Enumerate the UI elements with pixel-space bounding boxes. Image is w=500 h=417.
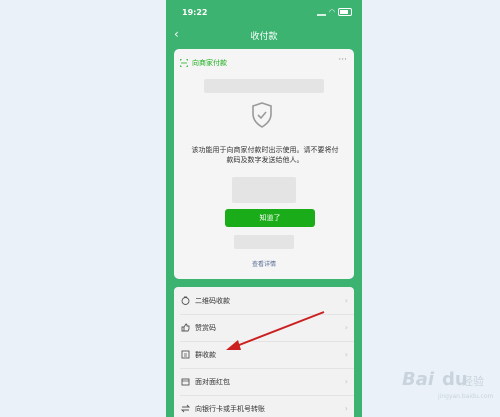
security-notice: 该功能用于向商家付款时出示使用。请不要将付款码及数字发送给他人。: [191, 146, 339, 164]
blurred-code: [232, 177, 296, 203]
list-item-red-packet[interactable]: 面对面红包 ›: [174, 368, 354, 395]
group-collect-icon: [180, 350, 190, 360]
wifi-icon: ◠: [328, 8, 335, 16]
details-link[interactable]: 查看详情: [174, 259, 354, 268]
blurred-area: [234, 235, 294, 249]
battery-icon: [338, 8, 352, 16]
qr-money-icon: [180, 296, 190, 306]
list-item-transfer[interactable]: 向银行卡或手机号转账 ›: [174, 395, 354, 417]
chevron-right-icon: ›: [344, 296, 348, 305]
chevron-right-icon: ›: [344, 323, 348, 332]
chevron-right-icon: ›: [344, 350, 348, 359]
like-icon: [180, 323, 190, 333]
list-item-label: 向银行卡或手机号转账: [195, 404, 265, 413]
watermark-url: jingyan.baidu.com: [438, 393, 494, 400]
page-title: 收付款: [250, 32, 278, 42]
card-header: 向商家付款: [180, 57, 227, 69]
signal-icon: [316, 8, 326, 16]
chevron-right-icon: ›: [344, 404, 348, 413]
red-packet-icon: [180, 377, 190, 387]
watermark-suffix: 经验: [462, 375, 484, 388]
list-item-label: 群收款: [195, 350, 216, 359]
baidu-watermark: Bai du 经验 jingyan.baidu.com: [402, 363, 494, 403]
ok-button[interactable]: 知道了: [225, 209, 315, 227]
status-bar: 19:22 ◠: [166, 0, 362, 24]
payment-card: 向商家付款 ··· 该功能用于向商家付款时出示使用。请不要将付款码及数字发送给他…: [174, 49, 354, 279]
shield-icon: [252, 102, 272, 128]
card-title: 向商家付款: [192, 59, 227, 67]
status-icons: ◠: [316, 8, 352, 16]
watermark-brand: Bai: [402, 369, 435, 390]
blurred-barcode: [204, 79, 324, 93]
list-item-label: 面对面红包: [195, 377, 230, 386]
chevron-right-icon: ›: [344, 377, 348, 386]
nav-bar: ‹ 收付款: [166, 26, 362, 44]
transfer-icon: [180, 404, 190, 414]
list-item-label: 二维码收款: [195, 296, 230, 305]
status-time: 19:22: [182, 8, 208, 17]
list-item-label: 赞赏码: [195, 323, 216, 332]
annotation-arrow: [226, 311, 325, 350]
more-icon[interactable]: ···: [338, 55, 347, 65]
scan-icon: [180, 59, 188, 67]
